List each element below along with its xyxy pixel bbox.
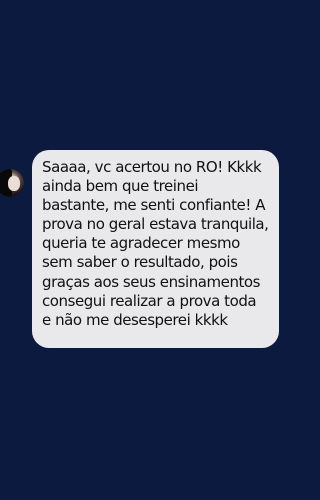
- message-row: Saaaa, vc acertou no RO! Kkkk ainda bem …: [0, 150, 279, 348]
- message-bubble[interactable]: Saaaa, vc acertou no RO! Kkkk ainda bem …: [32, 150, 279, 348]
- chat-area: Saaaa, vc acertou no RO! Kkkk ainda bem …: [0, 0, 279, 500]
- avatar-face: [8, 176, 20, 191]
- message-text: Saaaa, vc acertou no RO! Kkkk ainda bem …: [42, 158, 269, 329]
